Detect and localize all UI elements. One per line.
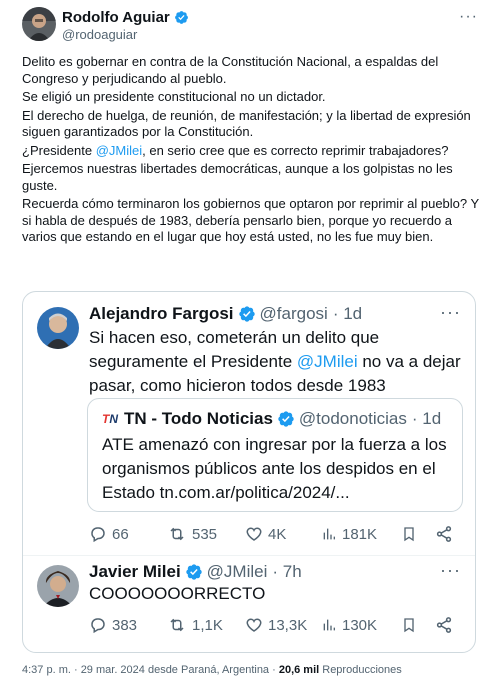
quote-header[interactable]: Javier Milei @JMilei · 7h: [89, 562, 302, 582]
quote-text-line: Si hacen eso, cometerán un delito que: [89, 328, 380, 347]
views-button[interactable]: 130K: [321, 616, 377, 634]
share-button[interactable]: [435, 616, 453, 634]
share-icon: [436, 526, 452, 542]
like-button[interactable]: 4K: [245, 525, 286, 543]
avatar[interactable]: [22, 7, 56, 41]
nested-author-name[interactable]: TN - Todo Noticias: [124, 409, 273, 429]
nested-text: ATE amenazó con ingresar por la fuerza a…: [102, 433, 462, 505]
bookmark-button[interactable]: [401, 616, 417, 634]
retweet-button[interactable]: 535: [167, 525, 217, 543]
post-paragraph: ¿Presidente @JMilei, en serio cree que e…: [22, 143, 482, 160]
verified-badge-icon: [185, 564, 202, 580]
verified-badge-icon: [278, 411, 294, 427]
quote-text-line: pasar, como hicieron todos desde 1983: [89, 376, 386, 395]
like-button[interactable]: 13,3K: [245, 616, 307, 634]
more-options-icon[interactable]: ···: [440, 560, 461, 581]
tweet: Rodolfo Aguiar @rodoaguiar ··· Delito es…: [0, 0, 496, 679]
tn-logo-icon: TN: [102, 412, 119, 426]
share-button[interactable]: [435, 525, 453, 543]
quote-author-name[interactable]: Javier Milei: [89, 562, 181, 582]
reply-count: 66: [112, 525, 129, 543]
bookmark-icon: [404, 527, 414, 542]
quote-avatar[interactable]: [37, 565, 79, 607]
heart-icon: [246, 527, 262, 541]
reply-button[interactable]: 66: [89, 525, 129, 543]
views-count: 130K: [342, 616, 378, 634]
post-text: Delito es gobernar en contra de la Const…: [22, 54, 482, 248]
retweet-icon: [170, 618, 184, 632]
bookmark-button[interactable]: [401, 525, 417, 543]
post-paragraph: Recuerda cómo terminaron los gobiernos q…: [22, 196, 479, 244]
retweet-count: 1,1K: [192, 616, 223, 634]
quote-text-line: seguramente el Presidente @JMilei no va …: [89, 350, 469, 374]
like-count: 13,3K: [268, 616, 308, 634]
reply-count: 383: [112, 616, 138, 634]
share-icon: [436, 617, 452, 633]
more-options-icon[interactable]: ···: [459, 8, 478, 26]
retweet-count: 535: [192, 525, 218, 543]
views-button[interactable]: 181K: [321, 525, 377, 543]
quote-author-handle[interactable]: @fargosi: [260, 304, 328, 324]
quote-header[interactable]: Alejandro Fargosi @fargosi · 1d: [89, 304, 362, 324]
post-paragraph: Se eligió un presidente constitucional n…: [22, 89, 326, 104]
post-text-fragment: , en serio cree que es correcto reprimir…: [142, 142, 449, 158]
quote-text: COOOOOOORRECTO: [89, 584, 266, 603]
post-text-fragment: ¿Presidente: [22, 142, 96, 158]
nested-time[interactable]: · 1d: [412, 409, 441, 429]
views-total: 20,6 mil: [278, 664, 320, 676]
quote-time[interactable]: · 1d: [333, 304, 362, 324]
reply-button[interactable]: 383: [89, 616, 137, 634]
nested-text-line: Estado tn.com.ar/politica/2024/...: [102, 483, 350, 502]
nested-author-handle[interactable]: @todonoticias: [299, 409, 407, 429]
retweet-button[interactable]: 1,1K: [167, 616, 223, 634]
post-paragraph: El derecho de huelga, de reunión, de man…: [22, 107, 471, 140]
reply-icon: [91, 618, 105, 634]
post-paragraph: Ejercemos nuestras libertades democrátic…: [22, 161, 453, 193]
mention-link[interactable]: @JMilei: [297, 352, 358, 371]
nested-text-line: organismos públicos ante los despidos en…: [102, 459, 436, 478]
more-options-icon[interactable]: ···: [440, 302, 461, 323]
quote-text-fragment: seguramente el Presidente: [89, 352, 297, 371]
quote-avatar[interactable]: [37, 307, 79, 349]
quoted-tweet-card[interactable]: Alejandro Fargosi @fargosi · 1d ··· Si h…: [22, 291, 476, 653]
reply-icon: [91, 527, 105, 543]
retweet-icon: [170, 527, 184, 541]
like-count: 4K: [268, 525, 287, 543]
quote-author-name[interactable]: Alejandro Fargosi: [89, 304, 234, 324]
views-label: Reproducciones: [319, 664, 402, 676]
divider: [23, 555, 475, 556]
quote-text: Si hacen eso, cometerán un delito que se…: [89, 326, 469, 398]
views-chart-icon: [323, 619, 335, 631]
author-name[interactable]: Rodolfo Aguiar: [62, 9, 170, 26]
post-paragraph: Delito es gobernar en contra de la Const…: [22, 54, 439, 86]
author-handle[interactable]: @rodoaguiar: [62, 27, 137, 42]
mention-link[interactable]: @JMilei: [96, 143, 142, 158]
post-metadata: 4:37 p. m. · 29 mar. 2024 desde Paraná, …: [22, 664, 402, 676]
bookmark-icon: [404, 618, 414, 633]
nested-text-line: ATE amenazó con ingresar por la fuerza a…: [102, 435, 447, 454]
nested-header[interactable]: TN TN - Todo Noticias @todonoticias · 1d: [102, 409, 441, 429]
views-chart-icon: [323, 528, 335, 540]
heart-icon: [246, 618, 262, 632]
post-timestamp[interactable]: 4:37 p. m. · 29 mar. 2024 desde Paraná, …: [22, 664, 279, 676]
quote-text-fragment: no va a dejar: [357, 352, 461, 371]
quote-author-handle[interactable]: @JMilei: [207, 562, 268, 582]
nested-quoted-tweet[interactable]: TN TN - Todo Noticias @todonoticias · 1d…: [87, 398, 463, 512]
views-count: 181K: [342, 525, 378, 543]
author-name-row[interactable]: Rodolfo Aguiar: [62, 9, 189, 26]
quote-time[interactable]: · 7h: [272, 562, 301, 582]
verified-badge-icon: [238, 306, 255, 322]
verified-badge-icon: [174, 11, 188, 24]
